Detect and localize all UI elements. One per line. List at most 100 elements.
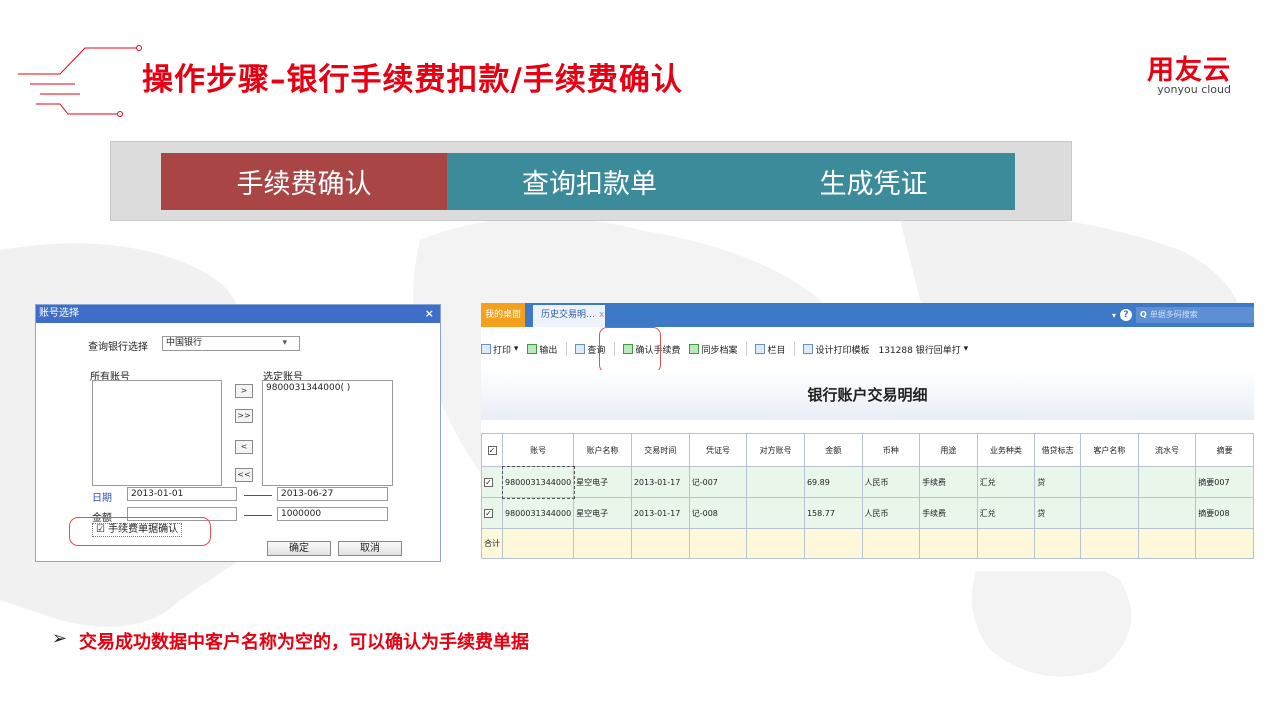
table-cell[interactable]: 记-007 [688, 466, 748, 498]
tab-my-desktop[interactable]: 我的桌面 [481, 303, 525, 327]
table-cell[interactable]: 2013-01-17 [630, 466, 690, 498]
tab-history-label: 历史交易明… [541, 310, 596, 320]
table-cell[interactable]: 星空电子 [573, 497, 632, 529]
all-accounts-list[interactable] [92, 380, 222, 486]
help-icon[interactable]: ? [1120, 309, 1132, 321]
checkbox-icon[interactable]: ✓ [484, 477, 493, 487]
move-all-left-button[interactable]: << [235, 468, 253, 482]
total-cell [746, 528, 805, 559]
query-icon [575, 344, 586, 354]
table-cell[interactable] [746, 466, 805, 498]
checkbox-icon[interactable]: ✓ [484, 508, 493, 518]
move-all-right-button[interactable]: >> [235, 409, 253, 423]
date-from-input[interactable]: 2013-01-01 [127, 487, 237, 501]
toolbar-separator [566, 342, 568, 356]
column-header[interactable]: 币种 [861, 433, 921, 467]
total-cell [1034, 528, 1082, 559]
selected-accounts-list[interactable]: 9800031344000( ) [262, 380, 393, 486]
column-header[interactable]: 客户名称 [1080, 433, 1139, 467]
amount-to-input[interactable]: 1000000 [277, 507, 388, 521]
move-left-button[interactable]: < [235, 440, 253, 454]
table-cell[interactable]: 9800031344000 [501, 497, 575, 529]
column-header[interactable]: 用途 [919, 433, 978, 467]
print-label: 打印 [493, 345, 512, 356]
checkbox-icon[interactable]: ✓ [487, 445, 497, 455]
bank-select-label: 查询银行选择 [88, 342, 148, 353]
total-cell [630, 528, 690, 559]
bank-select[interactable]: 中国银行 ▾ [162, 336, 300, 351]
sync-archive-button[interactable]: 同步档案 [689, 343, 737, 356]
close-icon[interactable]: x [599, 310, 604, 320]
table-cell[interactable]: 摘要008 [1195, 497, 1254, 529]
table-cell[interactable] [746, 497, 805, 529]
table-cell[interactable]: 星空电子 [573, 466, 632, 498]
dropdown-icon[interactable]: ▾ [1112, 311, 1116, 320]
print-button[interactable]: 打印 ▾ [481, 343, 518, 356]
column-header[interactable]: 金额 [803, 433, 863, 467]
total-cell [1137, 528, 1197, 559]
move-right-button[interactable]: > [235, 384, 253, 398]
table-cell[interactable]: 人民币 [861, 497, 921, 529]
footnote: 交易成功数据中客户名称为空的，可以确认为手续费单据 [79, 632, 529, 653]
total-cell [803, 528, 863, 559]
table-cell[interactable]: 汇兑 [976, 466, 1036, 498]
table-cell[interactable]: 汇兑 [976, 497, 1036, 529]
row-checkbox[interactable]: ✓ [481, 466, 503, 498]
total-cell [861, 528, 921, 559]
table-row[interactable]: ✓ 9800031344000 星空电子 2013-01-17 记-008 158.77 人… [481, 497, 1254, 529]
table-cell[interactable]: 2013-01-17 [630, 497, 690, 529]
column-header[interactable]: 交易时间 [630, 433, 690, 467]
account-select-dialog: 账号选择 × 查询银行选择 中国银行 ▾ 所有账号 选定账号 980003134… [35, 304, 441, 562]
column-header[interactable]: 账号 [501, 433, 575, 467]
table-cell[interactable]: 手续费 [919, 466, 978, 498]
table-cell[interactable]: 9800031344000 [501, 465, 575, 499]
table-row[interactable]: ✓ 9800031344000 星空电子 2013-01-17 记-007 69.89 人民… [481, 465, 1254, 499]
design-print-template-button[interactable]: 设计打印模板 [803, 343, 870, 356]
column-header[interactable]: 摘要 [1195, 433, 1254, 467]
table-cell[interactable] [1137, 466, 1197, 498]
table-cell[interactable]: 人民币 [861, 466, 921, 498]
table-cell[interactable]: 手续费 [919, 497, 978, 529]
search-input[interactable]: Q 单据多码搜索 [1136, 307, 1254, 323]
toolbar-separator [794, 342, 796, 356]
columns-button[interactable]: 栏目 [755, 343, 785, 356]
column-header[interactable]: 对方账号 [746, 433, 805, 467]
table-cell[interactable] [1137, 497, 1197, 529]
row-checkbox[interactable]: ✓ [481, 497, 503, 529]
range-dash [244, 495, 272, 496]
ok-button[interactable]: 确定 [267, 541, 331, 556]
close-icon[interactable]: × [425, 305, 434, 323]
title-decoration [18, 45, 142, 117]
select-all-checkbox[interactable]: ✓ [481, 433, 503, 467]
table-cell[interactable]: 记-008 [688, 497, 748, 529]
table-cell[interactable]: 贷 [1034, 466, 1082, 498]
column-header[interactable]: 流水号 [1137, 433, 1197, 467]
bank-receipt-print-button[interactable]: 131288 银行回单打 ▾ [879, 343, 969, 356]
template-icon [803, 344, 814, 354]
tab-history-transactions[interactable]: 历史交易明… x [533, 305, 605, 327]
table-cell[interactable] [1080, 497, 1139, 529]
column-header[interactable]: 业务种类 [976, 433, 1036, 467]
cancel-button[interactable]: 取消 [338, 541, 402, 556]
table-cell[interactable]: 158.77 [803, 497, 863, 529]
column-header[interactable]: 凭证号 [688, 433, 748, 467]
date-to-input[interactable]: 2013-06-27 [277, 487, 388, 501]
bank-select-value: 中国银行 [166, 338, 203, 348]
export-label: 输出 [539, 345, 558, 356]
dialog-titlebar: 账号选择 × [36, 305, 440, 323]
step-fee-confirm: 手续费确认 [161, 153, 447, 210]
sync-label: 同步档案 [701, 345, 738, 356]
column-header[interactable]: 账户名称 [573, 433, 632, 467]
selected-account-item[interactable]: 9800031344000( ) [266, 383, 392, 393]
table-cell[interactable]: 69.89 [803, 466, 863, 498]
top-right-tools: ▾ ? Q 单据多码搜索 [1112, 307, 1254, 323]
table-cell[interactable]: 贷 [1034, 497, 1082, 529]
chevron-down-icon[interactable]: ▾ [282, 337, 287, 350]
export-button[interactable]: 输出 [527, 343, 557, 356]
table-cell[interactable]: 摘要007 [1195, 466, 1254, 498]
highlight-oval [69, 517, 211, 546]
column-header[interactable]: 借贷标志 [1034, 433, 1082, 467]
table-cell[interactable] [1080, 466, 1139, 498]
printer-icon [481, 344, 491, 354]
brand-logo: 用友云 yonyou cloud [1147, 56, 1231, 96]
